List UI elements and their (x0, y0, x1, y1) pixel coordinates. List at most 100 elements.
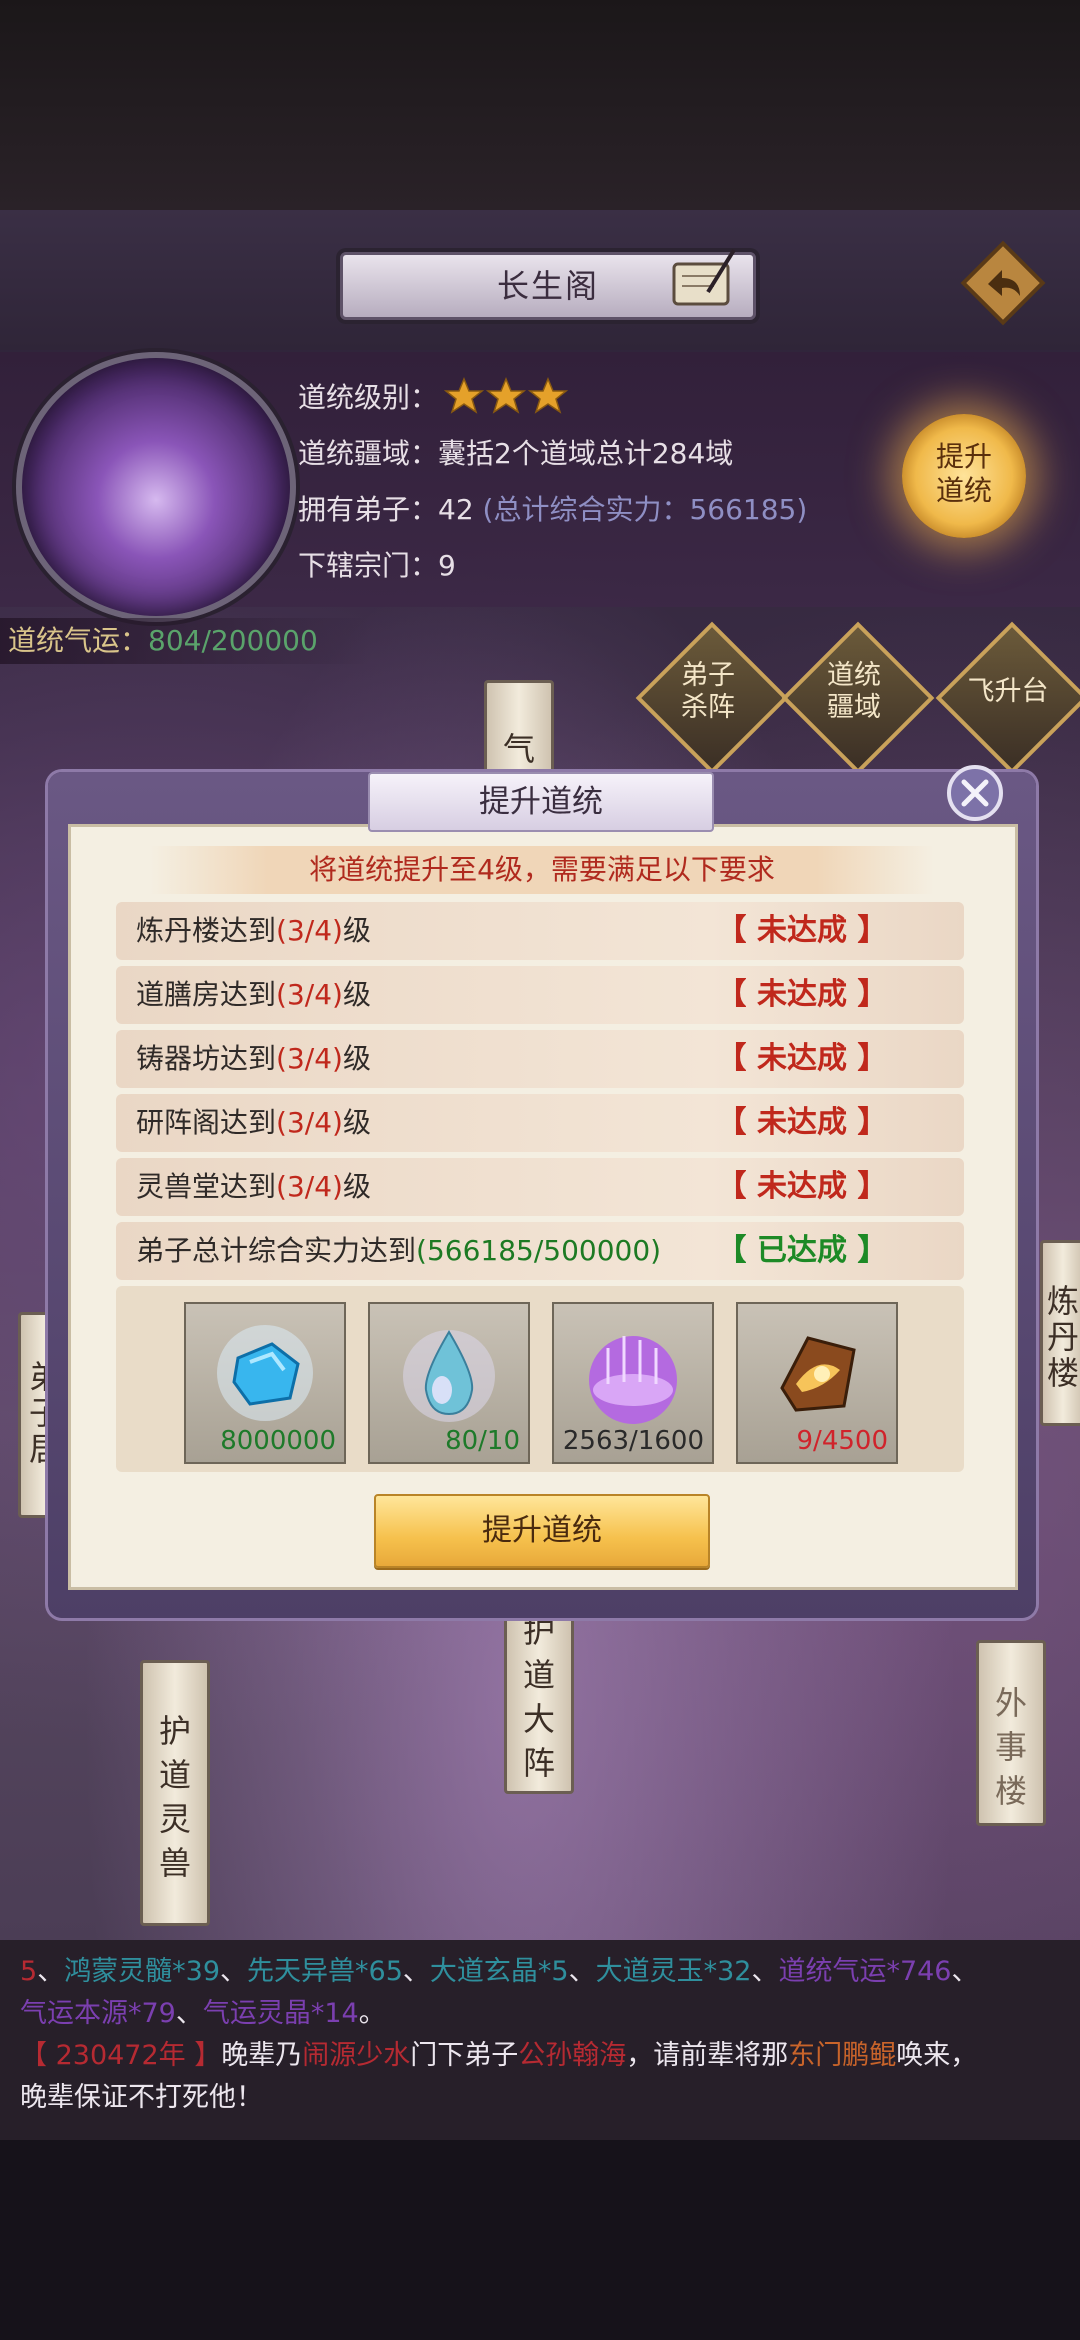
chat-line-2: 气运本源*79、气运灵晶*14。 (20, 1994, 386, 2034)
disciples-power: (总计综合实力：566185) (482, 493, 808, 526)
requirement-progress: (566185/500000) (416, 1234, 662, 1267)
requirement-status: 【 未达成 】 (716, 977, 888, 1012)
chat-segment: 晚辈保证不打死他！ (20, 2082, 263, 2113)
confirm-upgrade-button[interactable]: 提升道统 (374, 1494, 710, 1568)
chat-segment: 、 (951, 1956, 979, 1987)
requirement-row: 炼丹楼达到(3/4)级 【 未达成 】 (116, 902, 964, 960)
star-icon (444, 377, 485, 414)
cost-item-slot[interactable]: 80/10 (368, 1302, 530, 1464)
dialog-title-plate: 提升道统 (368, 772, 714, 832)
fortune-row: 道统气运：804/200000 (8, 618, 318, 664)
chat-segment: 闹源少水 (302, 2040, 411, 2071)
chat-segment: 、 (751, 1956, 779, 1987)
cost-item-slot[interactable]: 2563/1600 (552, 1302, 714, 1464)
spirit-droplet-icon (394, 1318, 504, 1428)
chat-segment: 、 (220, 1956, 248, 1987)
star-icon (527, 377, 568, 414)
chat-segment: 大道灵玉*32 (595, 1956, 752, 1987)
banner-guardian-array[interactable]: 护 道 大 阵 (504, 1588, 574, 1794)
fortune-value: 804/200000 (148, 624, 318, 657)
chat-line-4: 晚辈保证不打死他！ (20, 2078, 263, 2118)
banner-affairs-tower[interactable]: 外 事 楼 (976, 1640, 1046, 1826)
requirement-status: 【 未达成 】 (716, 1169, 888, 1204)
requirement-status: 【 未达成 】 (716, 1105, 888, 1140)
requirement-text: 道膳房达到 (136, 978, 277, 1011)
cost-item-count: 9/4500 (796, 1426, 888, 1456)
disciples-row: 拥有弟子：42 (总计综合实力：566185) (298, 484, 807, 536)
chat-segment: 气运灵晶*14 (202, 1998, 359, 2029)
banner-alchemy-tower-label: 炼 丹 楼 (1046, 1282, 1079, 1392)
requirement-banner: 将道统提升至4级，需要满足以下要求 (150, 846, 934, 894)
cost-item-slot[interactable]: 9/4500 (736, 1302, 898, 1464)
requirement-row: 灵兽堂达到(3/4)级 【 未达成 】 (116, 1158, 964, 1216)
chat-segment: 5 (20, 1956, 38, 1987)
requirement-progress: (3/4) (276, 1106, 343, 1139)
sect-level-row: 道统级别： (298, 372, 438, 424)
chat-segment: 门下弟子 (410, 2040, 519, 2071)
upgrade-sect-orb-button[interactable]: 提升 道统 (902, 414, 1026, 538)
ascension-platform-button[interactable]: 飞升台 (935, 621, 1080, 775)
top-background (0, 0, 1080, 210)
requirement-status: 【 未达成 】 (716, 1041, 888, 1076)
requirement-progress: (3/4) (276, 1042, 343, 1075)
back-arrow-icon[interactable] (960, 240, 1046, 326)
requirement-text: 灵兽堂达到 (136, 1170, 277, 1203)
requirement-banner-text: 将道统提升至4级，需要满足以下要求 (309, 853, 775, 886)
sect-domain-text: 道统疆域：囊括2个道域总计284域 (298, 437, 734, 470)
chat-segment: 晚辈乃 (221, 2040, 303, 2071)
requirement-suffix: 级 (342, 1106, 371, 1139)
requirement-label: 道膳房达到(3/4)级 (136, 966, 371, 1024)
requirement-text: 研阵阁达到 (136, 1106, 277, 1139)
requirement-label: 弟子总计综合实力达到(566185/500000) (136, 1222, 661, 1280)
chat-segment: 、 (402, 1956, 430, 1987)
banner-guardian-array-label: 护 道 大 阵 (522, 1612, 555, 1782)
banner-qi-label: 气 (502, 730, 535, 768)
fortune-label: 道统气运： (8, 624, 149, 657)
requirement-label: 研阵阁达到(3/4)级 (136, 1094, 371, 1152)
chat-segment: 、 (568, 1956, 596, 1987)
cost-item-count: 2563/1600 (562, 1426, 704, 1456)
requirement-row: 道膳房达到(3/4)级 【 未达成 】 (116, 966, 964, 1024)
requirement-status: 【 未达成 】 (716, 913, 888, 948)
cost-item-count: 8000000 (220, 1426, 336, 1456)
sect-domain-label: 道统 疆域 (827, 660, 881, 723)
star-icon (485, 377, 527, 414)
banner-guardian-beast[interactable]: 护 道 灵 兽 (140, 1660, 210, 1926)
upgrade-orb-label: 提升 道统 (935, 440, 992, 507)
banner-guardian-beast-label: 护 道 灵 兽 (158, 1712, 191, 1882)
sect-level-label: 道统级别： (298, 381, 439, 414)
ascension-platform-label: 飞升台 (967, 676, 1049, 707)
level-stars (444, 377, 568, 414)
chat-segment: 大道玄晶*5 (429, 1956, 569, 1987)
chat-segment: 公孙翰海 (518, 2040, 627, 2071)
chat-segment: 唤来， (896, 2040, 978, 2071)
banner-qi[interactable]: 气 (484, 680, 554, 786)
chat-segment: 道统气运*746 (778, 1956, 952, 1987)
chat-segment: 气运本源*79 (20, 1998, 176, 2029)
requirement-suffix: 级 (342, 978, 371, 1011)
cost-item-slot[interactable]: 8000000 (184, 1302, 346, 1464)
sect-emblem-image (16, 352, 296, 622)
disciple-formation-label: 弟子 杀阵 (681, 660, 735, 723)
cost-item-count: 80/10 (445, 1426, 520, 1456)
requirement-row: 铸器坊达到(3/4)级 【 未达成 】 (116, 1030, 964, 1088)
chat-segment: 。 (358, 1998, 386, 2029)
requirement-status: 【 已达成 】 (716, 1233, 888, 1268)
chat-segment: 东门鹏鲲 (788, 2040, 897, 2071)
chat-segment: 先天异兽*65 (247, 1956, 403, 1987)
golden-relic-icon (762, 1318, 872, 1428)
scroll-quill-icon (672, 248, 736, 306)
requirement-text: 弟子总计综合实力达到 (136, 1234, 417, 1267)
disciple-formation-button[interactable]: 弟子 杀阵 (635, 621, 789, 775)
chat-segment: 、 (37, 1956, 65, 1987)
subsects-text: 下辖宗门：9 (298, 549, 456, 582)
banner-affairs-tower-label: 外 事 楼 (994, 1684, 1027, 1810)
chat-segment: 鸿蒙灵髓*39 (64, 1956, 221, 1987)
requirement-progress: (3/4) (276, 1170, 343, 1203)
banner-alchemy-tower[interactable]: 炼 丹 楼 (1040, 1240, 1080, 1426)
close-icon[interactable] (946, 764, 1004, 822)
chat-segment: ，请前辈将那 (626, 2040, 789, 2071)
chat-segment: 、 (175, 1998, 203, 2029)
sect-domain-button[interactable]: 道统 疆域 (781, 621, 935, 775)
blue-crystal-icon (210, 1318, 320, 1428)
